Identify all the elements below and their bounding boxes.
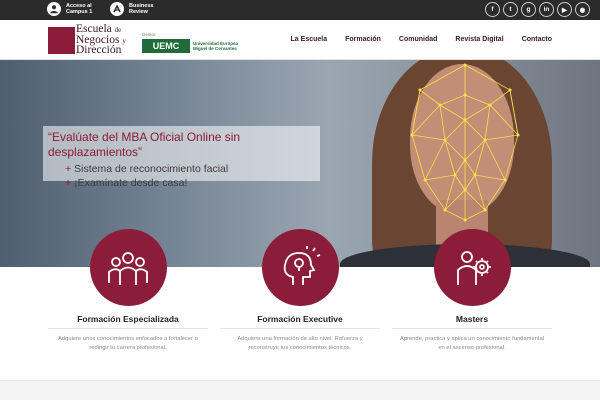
uemc-subtitle: Universidad Europea Miguel de Cervantes bbox=[193, 41, 238, 51]
youtube-icon[interactable]: ▶ bbox=[557, 2, 572, 17]
main-nav: La Escuela Formación Comunidad Revista D… bbox=[291, 36, 552, 43]
nav-comunidad[interactable]: Comunidad bbox=[399, 36, 438, 43]
group-people-icon[interactable] bbox=[89, 229, 167, 306]
nav-formacion[interactable]: Formación bbox=[345, 36, 381, 43]
uemc-sub-2: Miguel de Cervantes bbox=[193, 46, 237, 51]
logo-text[interactable]: Escuela de Negocios y Dirección bbox=[76, 23, 126, 56]
feature-desc: Adquiere unos conocimientos enfocados a … bbox=[58, 336, 198, 351]
logo-word-direccion: Dirección bbox=[76, 44, 122, 56]
campus-label-2: Campus 1 bbox=[66, 9, 93, 15]
top-bar: Acceso al Campus 1 Business Review f t g… bbox=[0, 0, 600, 20]
user-icon bbox=[47, 2, 61, 16]
campus-link[interactable]: Acceso al Campus 1 bbox=[47, 2, 92, 16]
head-lightbulb-icon[interactable] bbox=[261, 229, 339, 306]
nav-revista-digital[interactable]: Revista Digital bbox=[455, 36, 503, 43]
feature-especializada[interactable]: Formación Especializada Adquiere unos co… bbox=[48, 229, 208, 353]
rss-icon[interactable]: ◉ bbox=[575, 2, 590, 17]
social-links: f t g in ▶ ◉ bbox=[485, 2, 590, 17]
divider bbox=[392, 328, 552, 329]
nav-contacto[interactable]: Contacto bbox=[522, 36, 552, 43]
divider bbox=[220, 328, 380, 329]
feature-desc: Adquiere una formación de alto nivel. Re… bbox=[237, 336, 363, 351]
face-recognition-mesh-icon bbox=[410, 63, 520, 222]
hero-line-1-text: Sistema de reconocimiento facial bbox=[74, 163, 229, 175]
business-review-link[interactable]: Business Review bbox=[110, 2, 153, 16]
gestor-label: Gestor bbox=[142, 32, 156, 37]
hero-line-1: + Sistema de reconocimiento facial bbox=[48, 163, 315, 175]
feature-executive[interactable]: Formación Executive Adquiere una formaci… bbox=[220, 229, 380, 353]
feature-title[interactable]: Formación Especializada bbox=[48, 314, 208, 324]
plus-icon: + bbox=[65, 163, 72, 175]
google-plus-icon[interactable]: g bbox=[521, 2, 536, 17]
linkedin-icon[interactable]: in bbox=[539, 2, 554, 17]
facebook-icon[interactable]: f bbox=[485, 2, 500, 17]
feature-desc: Aprende, practica y aplica un conocimien… bbox=[399, 336, 545, 351]
footer-band bbox=[0, 380, 600, 400]
logo-word-y: y bbox=[122, 36, 126, 45]
hero-line-2-text: ¡Examínate desde casa! bbox=[74, 177, 188, 189]
nav-la-escuela[interactable]: La Escuela bbox=[291, 36, 328, 43]
feature-title[interactable]: Formación Executive bbox=[220, 314, 380, 324]
hero-title: “Evalúate del MBA Oficial Online sin des… bbox=[48, 130, 241, 159]
twitter-icon[interactable]: t bbox=[503, 2, 518, 17]
feature-masters[interactable]: Masters Aprende, practica y aplica un co… bbox=[392, 229, 552, 353]
hero-caption: “Evalúate del MBA Oficial Online sin des… bbox=[43, 126, 320, 189]
divider bbox=[48, 328, 208, 329]
site-header: Escuela de Negocios y Dirección Gestor U… bbox=[0, 20, 600, 60]
logo-mark[interactable] bbox=[48, 27, 75, 54]
plus-icon: + bbox=[65, 177, 72, 189]
feature-title[interactable]: Masters bbox=[392, 314, 552, 324]
person-gear-icon[interactable] bbox=[433, 229, 511, 306]
uemc-logo[interactable]: UEMC bbox=[142, 39, 190, 53]
hero-line-2: + ¡Examínate desde casa! bbox=[48, 177, 315, 189]
review-icon bbox=[110, 2, 124, 16]
review-label-2: Review bbox=[129, 9, 148, 15]
